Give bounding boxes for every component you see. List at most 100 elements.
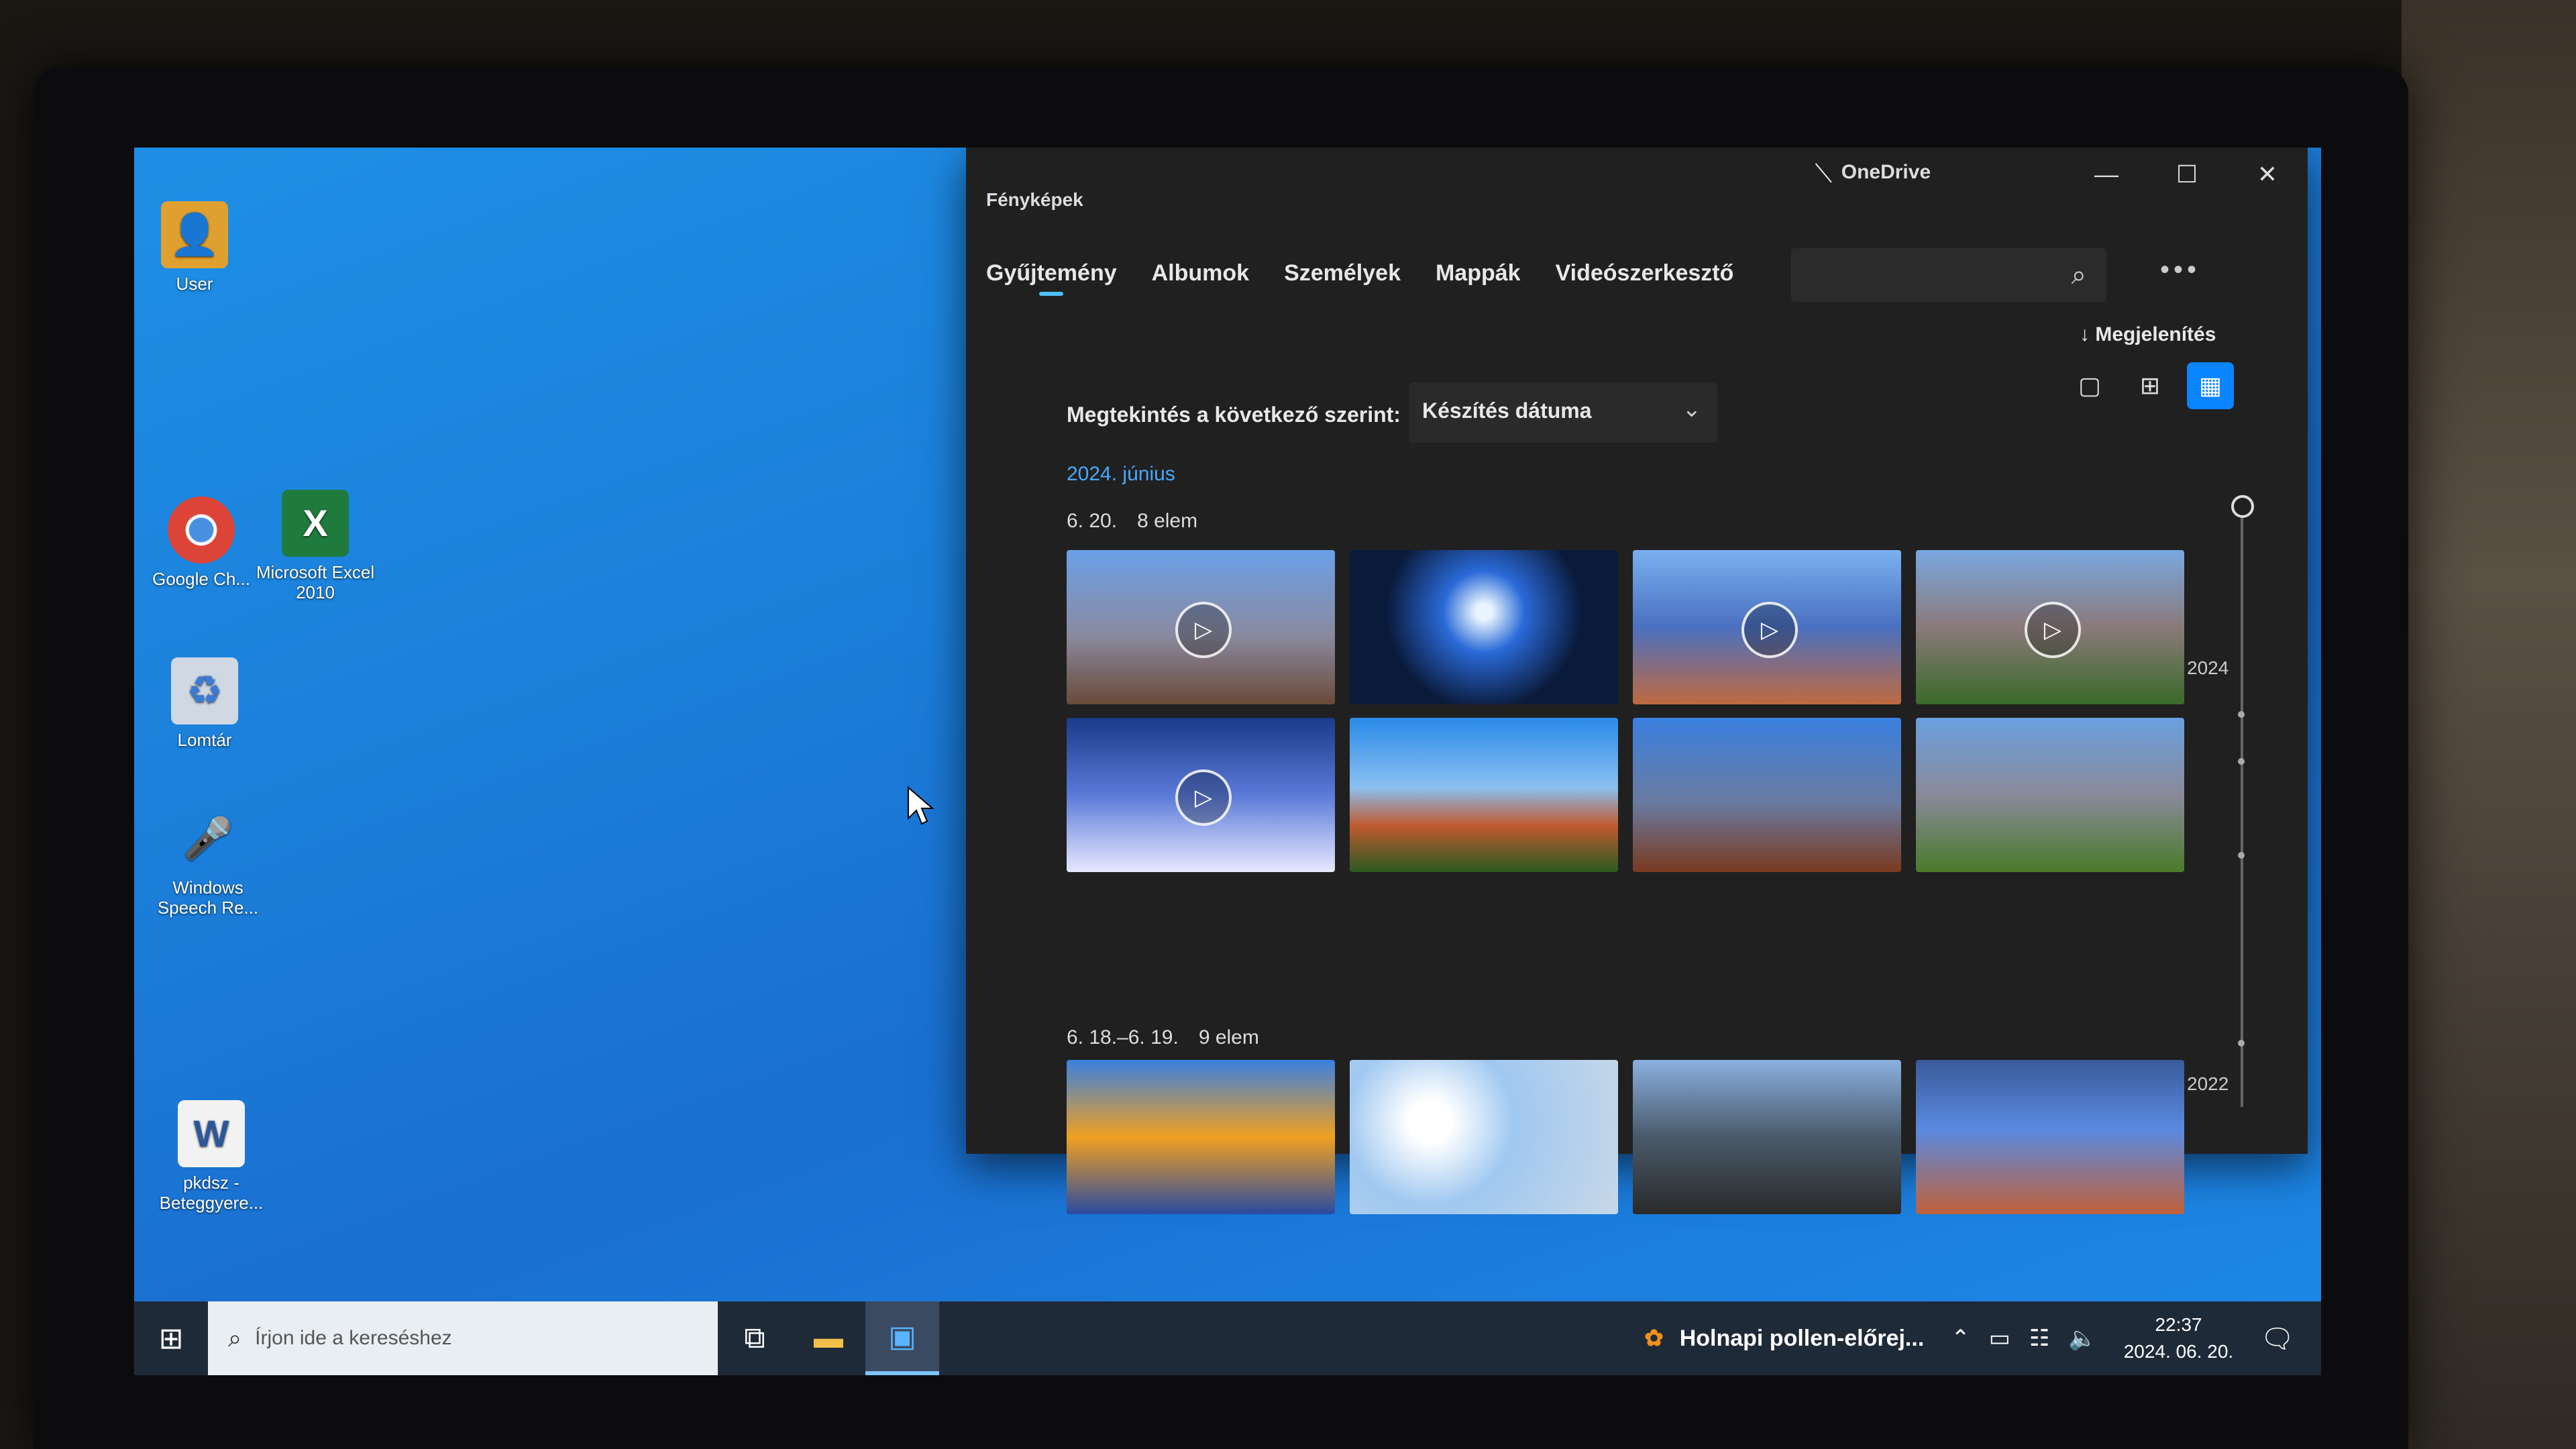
chrome-icon: [168, 496, 235, 564]
close-icon: ✕: [2257, 160, 2278, 188]
month-heading[interactable]: 2024. június: [1067, 463, 1175, 486]
play-icon: ▷: [2025, 602, 2081, 658]
timeline-marker: [2238, 711, 2245, 718]
photo-thumbnail[interactable]: [1067, 1060, 1335, 1214]
system-tray: ⌃ ▭ ☷ 🔈: [1951, 1325, 2096, 1352]
grid-3x3-icon: ▦: [2198, 372, 2222, 399]
search-icon: ⌕: [2071, 260, 2086, 290]
microphone-icon: 🎤: [182, 816, 233, 861]
group-date: 6. 20.: [1067, 510, 1118, 532]
photo-thumbnail[interactable]: [1633, 718, 1901, 872]
recycle-bin-icon: ♻: [171, 657, 238, 724]
tab-collection[interactable]: Gyűjtemény: [986, 260, 1117, 296]
photo-thumbnail[interactable]: [1350, 718, 1618, 872]
clock-date: 2024. 06. 20.: [2123, 1341, 2234, 1362]
group-date: 6. 18.–6. 19.: [1067, 1026, 1179, 1049]
maximize-button[interactable]: ☐: [2160, 154, 2214, 195]
arrow-down-icon: ↓: [2080, 323, 2090, 345]
app-title: Fényképek: [986, 189, 1083, 210]
weather-widget[interactable]: ✿ Holnapi pollen-előrej...: [1644, 1325, 1924, 1352]
network-icon[interactable]: ☷: [2029, 1325, 2049, 1352]
group-count: 9 elem: [1198, 1026, 1259, 1049]
photo-thumbnail[interactable]: [1916, 718, 2184, 872]
close-button[interactable]: ✕: [2241, 154, 2294, 195]
task-view-button[interactable]: ⧉: [718, 1301, 792, 1375]
photos-window: Fényképek │ OneDrive — ☐ ✕ Gyűjtemény Alb…: [966, 148, 2308, 1214]
photo-thumbnail[interactable]: [1350, 550, 1618, 704]
desktop-icon-label: pkdsz - Beteggyere...: [159, 1173, 264, 1213]
onedrive-button[interactable]: │ OneDrive: [1812, 160, 1931, 184]
desktop-icon-word-doc[interactable]: W pkdsz - Beteggyere...: [144, 1100, 278, 1213]
word-document-icon: W: [178, 1100, 245, 1167]
photo-thumbnail[interactable]: ▷: [1633, 550, 1901, 704]
file-explorer-button[interactable]: ▬: [792, 1301, 865, 1375]
timeline-year[interactable]: 2022: [2187, 1073, 2229, 1095]
view-small-button[interactable]: ▦: [2187, 362, 2234, 409]
photo-thumbnail[interactable]: ▷: [1067, 550, 1335, 704]
sort-label: Megtekintés a következő szerint:: [1067, 402, 1401, 427]
photo-thumbnail[interactable]: [1916, 1060, 2184, 1214]
search-icon: ⌕: [228, 1324, 242, 1352]
desktop: 👤 User Google Ch... X Microsoft Excel 20…: [134, 148, 2321, 1375]
desktop-icon-label: User: [176, 274, 213, 294]
windows-logo-icon: ⊞: [158, 1322, 184, 1355]
tab-people[interactable]: Személyek: [1284, 260, 1401, 296]
tab-albums[interactable]: Albumok: [1152, 260, 1249, 296]
clock[interactable]: 22:37 2024. 06. 20.: [2124, 1311, 2233, 1365]
folder-icon: ▬: [814, 1322, 843, 1354]
background-room: [2402, 0, 2576, 1449]
notification-icon: 🗨: [2260, 1324, 2294, 1354]
desktop-icon-label: Lomtár: [177, 730, 232, 750]
timeline-marker: [2238, 1040, 2245, 1046]
view-large-button[interactable]: ▢: [2066, 362, 2113, 409]
minimize-button[interactable]: —: [2080, 154, 2133, 195]
battery-icon[interactable]: ▭: [1989, 1325, 2010, 1352]
play-icon: ▷: [1741, 602, 1798, 658]
onedrive-label: OneDrive: [1841, 161, 1931, 183]
desktop-icon-excel[interactable]: X Microsoft Excel 2010: [248, 490, 382, 602]
task-view-icon: ⧉: [744, 1322, 765, 1354]
timeline-track[interactable]: [2241, 503, 2243, 1107]
view-medium-button[interactable]: ⊞: [2127, 362, 2174, 409]
photo-thumbnail[interactable]: [1350, 1060, 1618, 1214]
more-options-icon[interactable]: •••: [2160, 255, 2200, 285]
desktop-icon-recycle-bin[interactable]: ♻ Lomtár: [138, 657, 272, 750]
square-icon: ▢: [2078, 372, 2101, 399]
timeline-marker: [2238, 852, 2245, 859]
desktop-icon-label: Google Ch...: [152, 569, 250, 589]
desktop-icon-speech[interactable]: 🎤 Windows Speech Re...: [141, 805, 275, 918]
photo-thumbnail[interactable]: ▷: [1916, 550, 2184, 704]
desktop-icon-user[interactable]: 👤 User: [134, 201, 262, 294]
group-count: 8 elem: [1137, 510, 1198, 532]
weather-text: Holnapi pollen-előrej...: [1679, 1325, 1925, 1351]
timeline-handle[interactable]: [2231, 495, 2254, 518]
chevron-up-icon[interactable]: ⌃: [1951, 1325, 1970, 1352]
photo-grid: ▷ ▷ ▷ ▷: [1067, 550, 2184, 872]
tab-folders[interactable]: Mappák: [1436, 260, 1521, 296]
sort-dropdown[interactable]: Készítés dátuma ⌄: [1409, 382, 1717, 443]
group-header: 6. 20. 8 elem: [1067, 510, 1197, 533]
photo-thumbnail[interactable]: ▷: [1067, 718, 1335, 872]
onedrive-off-icon: │: [1812, 159, 1836, 185]
photos-icon: ▣: [888, 1320, 916, 1353]
clock-time: 22:37: [2155, 1314, 2202, 1335]
volume-icon[interactable]: 🔈: [2068, 1325, 2096, 1352]
notifications-button[interactable]: 🗨: [2260, 1323, 2294, 1354]
photo-thumbnail[interactable]: [1633, 1060, 1901, 1214]
timeline-year[interactable]: 2024: [2187, 657, 2229, 679]
search-input[interactable]: ⌕: [1791, 248, 2106, 302]
sort-value: Készítés dátuma: [1422, 398, 1592, 423]
display-label: Megjelenítés: [2095, 323, 2216, 345]
grid-2x2-icon: ⊞: [2139, 372, 2161, 399]
photo-grid: [1067, 1060, 2184, 1214]
display-options-button[interactable]: ↓ Megjelenítés: [2080, 323, 2216, 346]
taskbar-search-box[interactable]: ⌕ Írjon ide a kereséshez: [208, 1301, 718, 1375]
tab-video-editor[interactable]: Videószerkesztő: [1556, 260, 1734, 296]
photos-taskbar-button[interactable]: ▣: [865, 1301, 939, 1375]
mouse-cursor: [908, 786, 934, 825]
desktop-icon-label: Microsoft Excel 2010: [256, 562, 375, 602]
taskbar: ⊞ ⌕ Írjon ide a kereséshez ⧉ ▬ ▣ ✿ Holna…: [134, 1301, 2321, 1375]
desktop-icon-label: Windows Speech Re...: [157, 877, 259, 918]
taskbar-search-placeholder: Írjon ide a kereséshez: [255, 1327, 452, 1349]
start-button[interactable]: ⊞: [134, 1301, 208, 1375]
